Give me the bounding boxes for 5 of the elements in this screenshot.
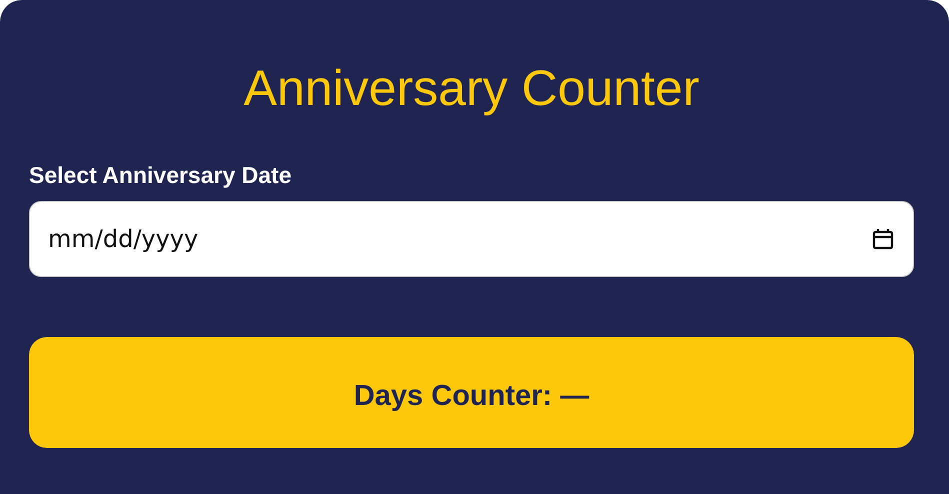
field-label: Select Anniversary Date — [29, 162, 292, 189]
date-field[interactable]: mm/dd/yyyy — [29, 201, 914, 277]
calendar-icon[interactable] — [872, 228, 894, 250]
page-title: Anniversary Counter — [242, 59, 700, 118]
days-counter-result: Days Counter: — — [29, 337, 914, 448]
